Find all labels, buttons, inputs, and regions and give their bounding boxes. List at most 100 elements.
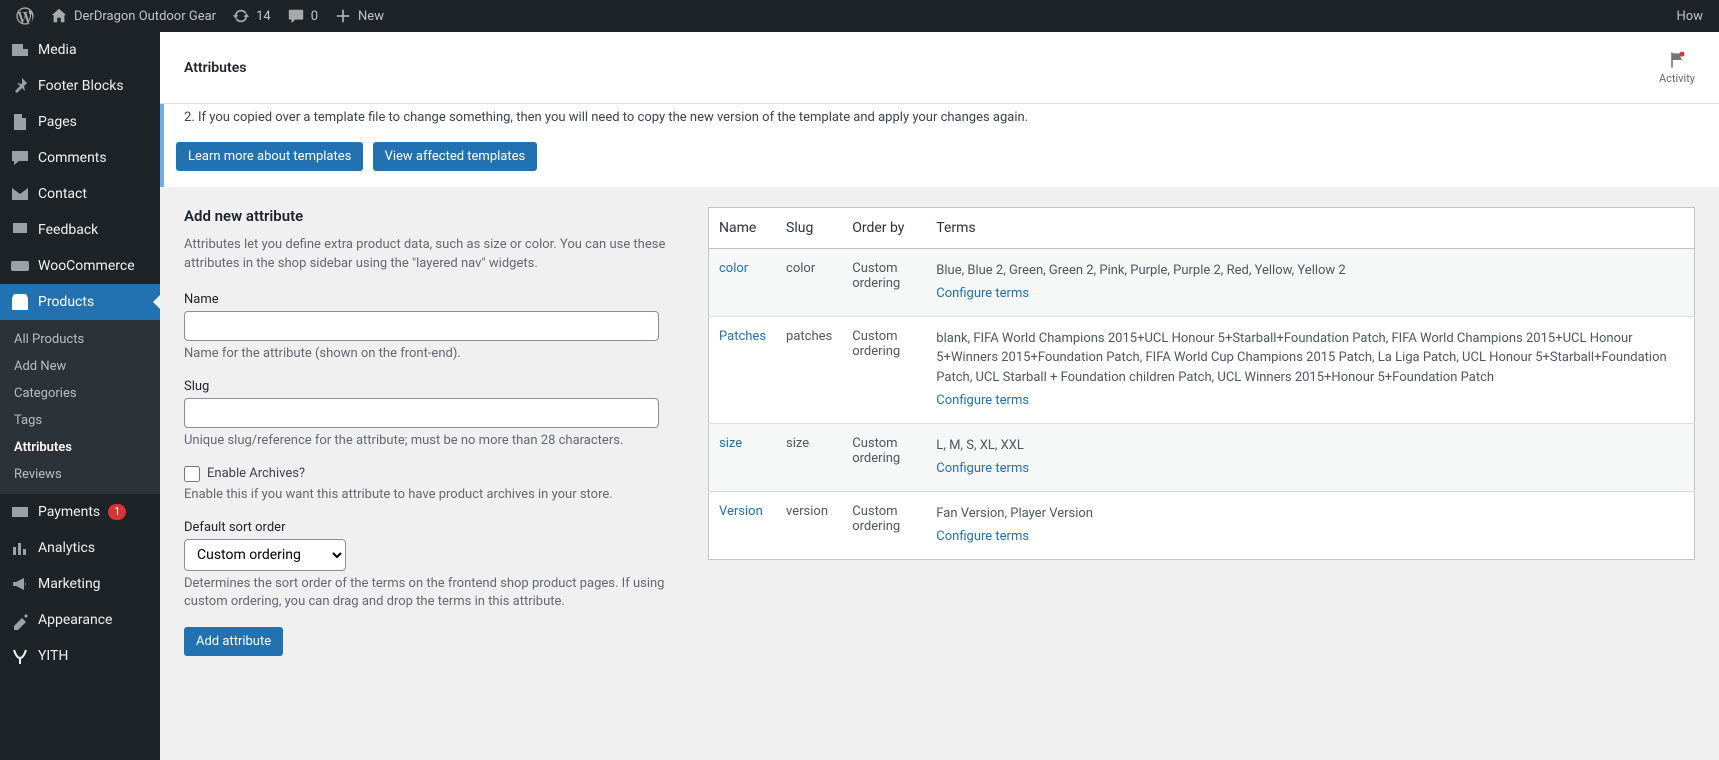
page-title: Attributes <box>184 60 246 76</box>
sidebar-item-products[interactable]: Products <box>0 284 160 320</box>
sort-select[interactable]: Custom ordering <box>184 539 346 571</box>
slug-input[interactable] <box>184 398 659 428</box>
sort-label: Default sort order <box>184 520 684 535</box>
sidebar-label: Payments <box>38 504 100 520</box>
home-icon <box>50 7 68 25</box>
col-name: Name <box>709 207 777 248</box>
badge: 1 <box>108 504 126 520</box>
howdy-link[interactable]: How <box>1669 0 1711 32</box>
col-terms: Terms <box>926 207 1694 248</box>
learn-more-button[interactable]: Learn more about templates <box>176 142 363 171</box>
form-heading: Add new attribute <box>184 207 684 225</box>
refresh-icon <box>232 7 250 25</box>
updates-link[interactable]: 14 <box>224 0 279 32</box>
sidebar-label: Analytics <box>38 540 95 556</box>
table-row: Patches patchesCustom orderingblank, FIFA… <box>709 316 1695 423</box>
activity-button[interactable]: Activity <box>1659 50 1695 85</box>
submenu-item-attributes[interactable]: Attributes <box>0 434 160 461</box>
flag-icon <box>1667 50 1687 70</box>
comment-icon <box>287 7 305 25</box>
attributes-table: Name Slug Order by Terms colorcolorCusto… <box>708 207 1695 560</box>
template-notice: If you copied over a template file to ch… <box>160 104 1719 187</box>
sidebar-item-comments[interactable]: Comments <box>0 140 160 176</box>
attr-slug: version <box>776 491 842 559</box>
attr-name-link[interactable]: Version <box>719 504 763 519</box>
sidebar-label: WooCommerce <box>38 258 135 274</box>
admin-sidebar: Media Footer Blocks Pages Comments Contact Fe… <box>0 32 160 760</box>
add-attribute-form: Add new attribute Attributes let you def… <box>184 207 684 657</box>
attr-order: Custom ordering <box>842 316 926 423</box>
comments-link[interactable]: 0 <box>279 0 326 32</box>
plus-icon <box>334 7 352 25</box>
submenu-item-categories[interactable]: Categories <box>0 380 160 407</box>
admin-toolbar: DerDragon Outdoor Gear 14 0 New How <box>0 0 1719 32</box>
name-input[interactable] <box>184 311 659 341</box>
sidebar-label: Comments <box>38 150 107 166</box>
configure-terms-link[interactable]: Configure terms <box>936 391 1684 411</box>
attr-order: Custom ordering <box>842 423 926 491</box>
attr-name-link[interactable]: Patches <box>719 329 766 344</box>
attr-terms: L, M, S, XL, XXL <box>936 438 1024 453</box>
notice-item-2: If you copied over a template file to ch… <box>198 108 1707 128</box>
sidebar-label: Feedback <box>38 222 98 238</box>
attr-terms: Blue, Blue 2, Green, Green 2, Pink, Purp… <box>936 263 1345 278</box>
sidebar-label: Products <box>38 294 94 310</box>
col-order: Order by <box>842 207 926 248</box>
sidebar-item-pages[interactable]: Pages <box>0 104 160 140</box>
sidebar-item-feedback[interactable]: Feedback <box>0 212 160 248</box>
sidebar-item-marketing[interactable]: Marketing <box>0 566 160 602</box>
name-label: Name <box>184 292 684 307</box>
sidebar-item-yith[interactable]: YITH <box>0 638 160 674</box>
comments-count: 0 <box>311 9 318 24</box>
table-row: sizesizeCustom orderingL, M, S, XL, XXLC… <box>709 423 1695 491</box>
attr-slug: size <box>776 423 842 491</box>
attr-slug: patches <box>776 316 842 423</box>
page-header: Attributes Activity <box>160 32 1719 104</box>
updates-count: 14 <box>256 9 271 24</box>
attr-order: Custom ordering <box>842 491 926 559</box>
archives-checkbox[interactable] <box>184 466 200 482</box>
view-affected-button[interactable]: View affected templates <box>373 142 538 171</box>
sidebar-item-appearance[interactable]: Appearance <box>0 602 160 638</box>
wp-logo[interactable] <box>8 0 42 32</box>
submenu-item-all-products[interactable]: All Products <box>0 326 160 353</box>
attr-order: Custom ordering <box>842 248 926 316</box>
sidebar-label: Contact <box>38 186 87 202</box>
sidebar-label: Media <box>38 42 77 58</box>
sidebar-item-media[interactable]: Media <box>0 32 160 68</box>
site-link[interactable]: DerDragon Outdoor Gear <box>42 0 224 32</box>
site-name: DerDragon Outdoor Gear <box>74 9 216 24</box>
configure-terms-link[interactable]: Configure terms <box>936 459 1684 479</box>
submenu-item-tags[interactable]: Tags <box>0 407 160 434</box>
activity-label: Activity <box>1659 72 1695 85</box>
slug-label: Slug <box>184 379 684 394</box>
sidebar-label: Footer Blocks <box>38 78 124 94</box>
sidebar-item-contact[interactable]: Contact <box>0 176 160 212</box>
content-area: Attributes Activity If you copied over a… <box>160 32 1719 760</box>
submenu-item-reviews[interactable]: Reviews <box>0 461 160 488</box>
sidebar-item-payments[interactable]: Payments 1 <box>0 494 160 530</box>
attr-terms: Fan Version, Player Version <box>936 506 1093 521</box>
new-link[interactable]: New <box>326 0 392 32</box>
sidebar-item-analytics[interactable]: Analytics <box>0 530 160 566</box>
wordpress-icon <box>16 7 34 25</box>
sidebar-label: Pages <box>38 114 77 130</box>
archives-desc: Enable this if you want this attribute t… <box>184 486 684 504</box>
configure-terms-link[interactable]: Configure terms <box>936 284 1684 304</box>
col-slug: Slug <box>776 207 842 248</box>
configure-terms-link[interactable]: Configure terms <box>936 527 1684 547</box>
sidebar-label: Appearance <box>38 612 112 628</box>
add-attribute-button[interactable]: Add attribute <box>184 627 283 656</box>
attr-slug: color <box>776 248 842 316</box>
attr-name-link[interactable]: color <box>719 261 748 276</box>
attr-name-link[interactable]: size <box>719 436 742 451</box>
sidebar-item-footer-blocks[interactable]: Footer Blocks <box>0 68 160 104</box>
howdy-text: How <box>1677 9 1703 24</box>
submenu-item-add-new[interactable]: Add New <box>0 353 160 380</box>
sidebar-item-woocommerce[interactable]: WooCommerce <box>0 248 160 284</box>
sort-desc: Determines the sort order of the terms o… <box>184 575 684 611</box>
sidebar-label: Marketing <box>38 576 101 592</box>
attr-terms: blank, FIFA World Champions 2015+UCL Hon… <box>936 331 1666 385</box>
new-label: New <box>358 9 384 24</box>
table-row: colorcolorCustom orderingBlue, Blue 2, G… <box>709 248 1695 316</box>
